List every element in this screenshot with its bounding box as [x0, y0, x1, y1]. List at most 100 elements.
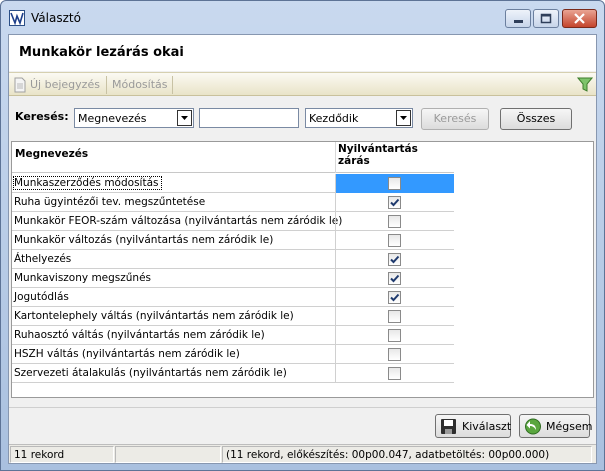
- data-grid[interactable]: Megnevezés Nyilvántartás zárás Munkaszer…: [11, 141, 594, 398]
- search-input[interactable]: [199, 108, 299, 128]
- close-button[interactable]: [562, 9, 597, 28]
- window-title: Választó: [31, 11, 81, 25]
- table-row[interactable]: Ruha ügyintézői tev. megszűntetése: [12, 193, 454, 212]
- row-closing-cell: [336, 231, 454, 250]
- chevron-down-icon: [181, 116, 188, 120]
- status-record-count-text: 11 rekord: [14, 449, 65, 461]
- status-record-count: 11 rekord: [10, 446, 114, 463]
- closing-checkbox[interactable]: [388, 253, 401, 266]
- toolbar-separator: [106, 76, 107, 94]
- save-disk-icon: [441, 419, 456, 434]
- maximize-button[interactable]: [533, 9, 559, 28]
- new-document-icon: [14, 77, 26, 93]
- closing-checkbox[interactable]: [388, 234, 401, 247]
- row-closing-cell: [336, 326, 454, 345]
- status-detail-text: (11 rekord, előkészítés: 00p00.047, adat…: [226, 449, 550, 461]
- closing-checkbox[interactable]: [388, 310, 401, 323]
- row-name-cell: Ruhaosztó váltás (nyilvántartás nem záró…: [14, 329, 265, 341]
- app-icon: [9, 10, 25, 26]
- row-name-cell: Áthelyezés: [14, 253, 72, 265]
- checkmark-icon: [390, 255, 400, 264]
- filter-icon[interactable]: [577, 76, 593, 93]
- status-middle: [115, 446, 221, 463]
- show-all-button[interactable]: Összes: [500, 108, 572, 130]
- row-closing-cell: [336, 193, 454, 212]
- closing-checkbox[interactable]: [388, 272, 401, 285]
- grid-rows: Munkaszerződés módosítás Ruha ügyintézői …: [12, 174, 454, 383]
- maximize-icon: [540, 13, 552, 24]
- closing-checkbox[interactable]: [388, 177, 401, 190]
- search-field-select[interactable]: Megnevezés: [74, 108, 194, 128]
- search-field-value: Megnevezés: [78, 112, 147, 125]
- checkmark-icon: [390, 198, 400, 207]
- row-closing-cell: [336, 250, 454, 269]
- row-name-cell: Kartontelephely váltás (nyilvántartás ne…: [14, 310, 294, 322]
- select-button[interactable]: Kiválaszt: [435, 414, 511, 438]
- dropdown-button[interactable]: [177, 110, 192, 126]
- page-title: Munkakör lezárás okai: [19, 45, 184, 60]
- row-name-cell: Ruha ügyintézői tev. megszűntetése: [14, 196, 206, 208]
- chevron-down-icon: [400, 116, 407, 120]
- dropdown-button[interactable]: [396, 110, 411, 126]
- closing-checkbox[interactable]: [388, 348, 401, 361]
- header-panel: Munkakör lezárás okai: [9, 35, 596, 71]
- closing-checkbox[interactable]: [388, 196, 401, 209]
- table-row[interactable]: Munkaviszony megszűnés: [12, 269, 454, 288]
- action-bar: Kiválaszt Mégsem: [9, 407, 596, 440]
- window: Választó Munkakör lezárás okai Új bejegy…: [0, 0, 605, 471]
- row-closing-cell: [336, 212, 454, 231]
- search-label: Keresés:: [15, 110, 69, 123]
- close-icon: [574, 13, 585, 24]
- minimize-button[interactable]: [505, 9, 531, 28]
- column-header-closing[interactable]: Nyilvántartás zárás: [338, 143, 448, 167]
- row-closing-cell: [336, 174, 454, 193]
- column-header-name[interactable]: Megnevezés: [15, 148, 88, 160]
- row-name-cell: Szervezeti átalakulás (nyilvántartás nem…: [14, 367, 287, 379]
- closing-checkbox[interactable]: [388, 367, 401, 380]
- row-closing-cell: [336, 288, 454, 307]
- row-name-cell: Munkaszerződés módosítás: [12, 176, 163, 190]
- row-name-cell: Munkakör FEOR-szám változása (nyilvántar…: [14, 215, 343, 227]
- toolbar: Új bejegyzés Módosítás: [9, 72, 596, 96]
- search-mode-select[interactable]: Kezdődik: [305, 108, 413, 128]
- minimize-icon: [514, 20, 523, 23]
- row-closing-cell: [336, 364, 454, 383]
- back-arrow-icon: [525, 418, 541, 435]
- closing-checkbox[interactable]: [388, 329, 401, 342]
- grid-header: Megnevezés Nyilvántartás zárás: [12, 142, 454, 173]
- table-row[interactable]: HSZH váltás (nyilvántartás nem záródik l…: [12, 345, 454, 364]
- toolbar-separator: [172, 76, 173, 94]
- row-name-cell: Jogutódlás: [14, 291, 69, 303]
- row-name-cell: HSZH váltás (nyilvántartás nem záródik l…: [14, 348, 240, 360]
- table-row[interactable]: Jogutódlás: [12, 288, 454, 307]
- title-bar[interactable]: Választó: [1, 1, 604, 34]
- cancel-button[interactable]: Mégsem: [519, 414, 593, 438]
- status-detail: (11 rekord, előkészítés: 00p00.047, adat…: [222, 446, 592, 463]
- status-bar: 11 rekord (11 rekord, előkészítés: 00p00…: [9, 444, 596, 463]
- search-bar: Keresés: Megnevezés Kezdődik Keresés Öss…: [9, 101, 596, 131]
- row-name-cell: Munkaviszony megszűnés: [14, 272, 152, 284]
- row-closing-cell: [336, 269, 454, 288]
- column-divider: [335, 142, 336, 173]
- closing-checkbox[interactable]: [388, 291, 401, 304]
- table-row[interactable]: Áthelyezés: [12, 250, 454, 269]
- dialog-client: Munkakör lezárás okai Új bejegyzés Módos…: [8, 34, 597, 464]
- checkmark-icon: [390, 274, 400, 283]
- row-closing-cell: [336, 307, 454, 326]
- search-mode-value: Kezdődik: [309, 112, 359, 125]
- new-entry-label: Új bejegyzés: [30, 78, 100, 91]
- table-row[interactable]: Munkakör változás (nyilvántartás nem zár…: [12, 231, 454, 250]
- table-row[interactable]: Ruhaosztó váltás (nyilvántartás nem záró…: [12, 326, 454, 345]
- table-row[interactable]: Munkakör FEOR-szám változása (nyilvántar…: [12, 212, 454, 231]
- search-button[interactable]: Keresés: [421, 108, 489, 130]
- row-closing-cell: [336, 345, 454, 364]
- edit-label: Módosítás: [112, 78, 168, 91]
- select-label: Kiválaszt: [462, 420, 512, 433]
- table-row[interactable]: Kartontelephely váltás (nyilvántartás ne…: [12, 307, 454, 326]
- row-name-cell: Munkakör változás (nyilvántartás nem zár…: [14, 234, 274, 246]
- cancel-label: Mégsem: [546, 420, 593, 433]
- closing-checkbox[interactable]: [388, 215, 401, 228]
- checkmark-icon: [390, 293, 400, 302]
- table-row[interactable]: Munkaszerződés módosítás: [12, 174, 454, 193]
- table-row[interactable]: Szervezeti átalakulás (nyilvántartás nem…: [12, 364, 454, 383]
